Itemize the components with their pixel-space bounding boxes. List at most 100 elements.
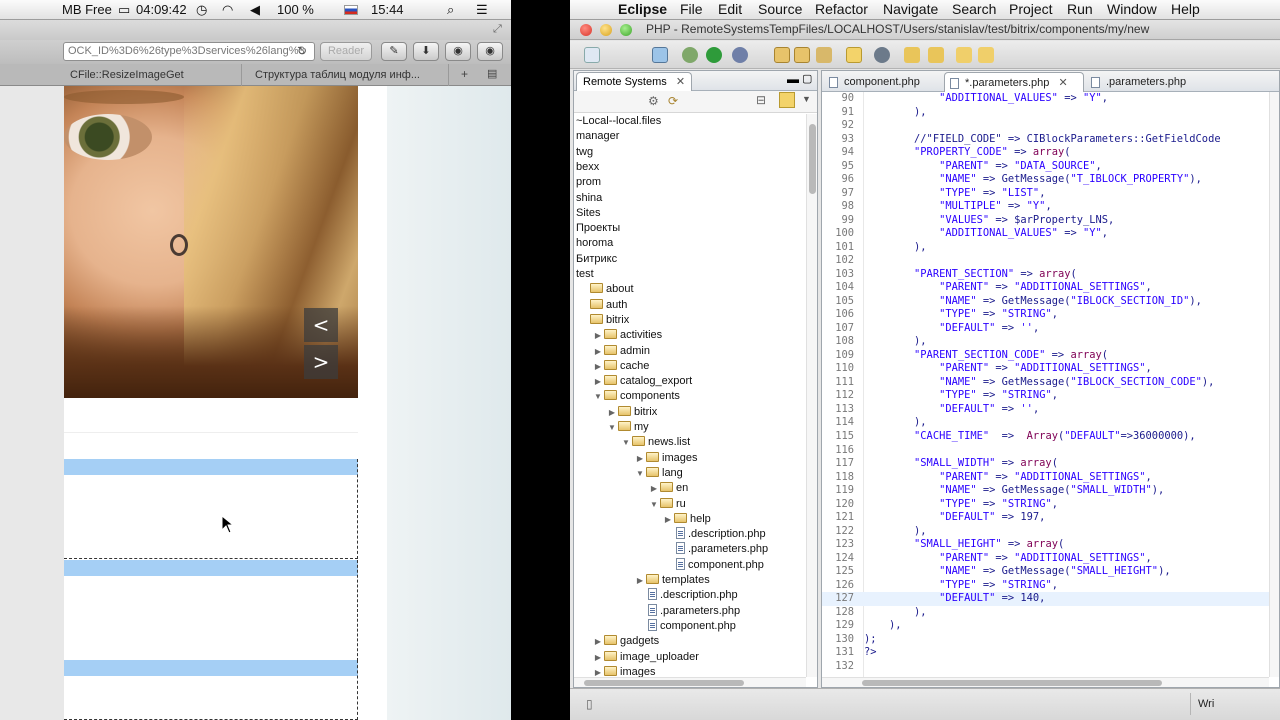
tree-node[interactable]: component.php: [648, 618, 736, 634]
prev-annotation-icon[interactable]: [928, 47, 944, 63]
code-line[interactable]: 121 "DEFAULT" => 197,: [822, 511, 1269, 525]
menu-edit[interactable]: Edit: [718, 1, 742, 17]
tab-remote-systems[interactable]: Remote Systems ✕: [576, 72, 693, 91]
tree-node[interactable]: Проекты: [576, 221, 620, 236]
menu-project[interactable]: Project: [1009, 1, 1053, 17]
collapsed-arrow-icon[interactable]: ▶: [662, 512, 674, 527]
menubar-timer[interactable]: 04:09:42: [136, 2, 187, 17]
debug-icon[interactable]: [682, 47, 698, 63]
code-line[interactable]: 111 "NAME" => GetMessage("IBLOCK_SECTION…: [822, 376, 1269, 390]
code-line[interactable]: 110 "PARENT" => "ADDITIONAL_SETTINGS",: [822, 362, 1269, 376]
close-window-button[interactable]: [580, 24, 592, 36]
address-field[interactable]: OCK_ID%3D6%26type%3Dservices%26lang%3: [63, 42, 315, 61]
collapsed-arrow-icon[interactable]: ▶: [592, 359, 604, 374]
new-file-icon[interactable]: [584, 47, 600, 63]
code-line[interactable]: 96 "NAME" => GetMessage("T_IBLOCK_PROPER…: [822, 173, 1269, 187]
code-line[interactable]: 126 "TYPE" => "STRING",: [822, 579, 1269, 593]
expanded-arrow-icon[interactable]: ▼: [606, 420, 618, 435]
editor-horizontal-scrollbar[interactable]: [822, 677, 1269, 687]
collapsed-arrow-icon[interactable]: ▶: [592, 634, 604, 649]
tree-node[interactable]: horoma: [576, 236, 613, 251]
extension-icon[interactable]: ◉: [445, 42, 471, 61]
menu-navigate[interactable]: Navigate: [883, 1, 938, 17]
tree-node[interactable]: ▶ en: [648, 481, 688, 496]
code-line[interactable]: 95 "PARENT" => "DATA_SOURCE",: [822, 160, 1269, 174]
tree-node[interactable]: auth: [578, 298, 627, 313]
menu-refactor[interactable]: Refactor: [815, 1, 868, 17]
code-line[interactable]: 117 "SMALL_WIDTH" => array(: [822, 457, 1269, 471]
code-line[interactable]: 107 "DEFAULT" => '',: [822, 322, 1269, 336]
code-line[interactable]: 118 "PARENT" => "ADDITIONAL_SETTINGS",: [822, 471, 1269, 485]
editor-tab-parameters-2[interactable]: .parameters.php: [1086, 72, 1216, 92]
collapsed-arrow-icon[interactable]: ▶: [634, 573, 646, 588]
tree-node[interactable]: ▼ my: [606, 420, 649, 435]
new-tab-icon[interactable]: +: [461, 67, 468, 81]
code-line[interactable]: 100 "ADDITIONAL_VALUES" => "Y",: [822, 227, 1269, 241]
menubar-clock[interactable]: 15:44: [371, 2, 404, 17]
menubar-app-fragment[interactable]: MB Free: [62, 2, 112, 17]
menu-help[interactable]: Help: [1171, 1, 1200, 17]
notification-list-icon[interactable]: ☰: [476, 2, 488, 18]
refresh-icon[interactable]: ⟳: [668, 94, 678, 108]
code-line[interactable]: 129 ),: [822, 619, 1269, 633]
editor-vertical-scrollbar[interactable]: [1269, 92, 1279, 677]
code-line[interactable]: 114 ),: [822, 416, 1269, 430]
view-menu-icon[interactable]: ▼: [802, 94, 811, 104]
tree-node[interactable]: ▶ activities: [592, 328, 662, 343]
slider-prev-button[interactable]: <: [304, 308, 338, 342]
collapse-all-icon[interactable]: ⊟: [756, 93, 766, 107]
menu-window[interactable]: Window: [1107, 1, 1157, 17]
minimize-view-icon[interactable]: ▬: [787, 72, 799, 86]
tree-node[interactable]: .parameters.php: [676, 542, 768, 557]
code-line[interactable]: 92: [822, 119, 1269, 133]
tree-node[interactable]: ▶ gadgets: [592, 634, 659, 649]
code-line[interactable]: 120 "TYPE" => "STRING",: [822, 498, 1269, 512]
menu-file[interactable]: File: [680, 1, 703, 17]
collapsed-arrow-icon[interactable]: ▶: [592, 328, 604, 343]
code-line[interactable]: 128 ),: [822, 606, 1269, 620]
code-line[interactable]: 127 "DEFAULT" => 140,: [822, 592, 1269, 606]
forward-icon[interactable]: [978, 47, 994, 63]
tree-node[interactable]: ▶ image_uploader: [592, 650, 699, 665]
code-line[interactable]: 98 "MULTIPLE" => "Y",: [822, 200, 1269, 214]
code-line[interactable]: 104 "PARENT" => "ADDITIONAL_SETTINGS",: [822, 281, 1269, 295]
code-line[interactable]: 115 "CACHE_TIME" => Array("DEFAULT"=>360…: [822, 430, 1269, 444]
tree-node[interactable]: ▶ admin: [592, 344, 650, 359]
globe-icon[interactable]: [874, 47, 890, 63]
expanded-arrow-icon[interactable]: ▼: [620, 435, 632, 450]
code-text-area[interactable]: 90 "ADDITIONAL_VALUES" => "Y", 91 ), 92 93 …: [822, 92, 1269, 677]
volume-icon[interactable]: ◀: [250, 2, 260, 18]
battery-icon[interactable]: ▭: [118, 2, 130, 18]
tree-node[interactable]: prom: [576, 175, 601, 190]
code-line[interactable]: 131 ?>: [822, 646, 1269, 660]
tree-node[interactable]: ▼ ru: [648, 497, 686, 512]
code-line[interactable]: 124 "PARENT" => "ADDITIONAL_SETTINGS",: [822, 552, 1269, 566]
tree-node[interactable]: bexx: [576, 160, 599, 175]
tab-resize-image[interactable]: CFile::ResizeImageGet: [64, 64, 242, 86]
close-tab-icon[interactable]: ✕: [676, 76, 685, 88]
reload-icon[interactable]: ↻: [297, 44, 307, 58]
tree-node[interactable]: ▼ news.list: [620, 435, 690, 450]
reader-button[interactable]: Reader: [320, 42, 372, 61]
code-line[interactable]: 101 ),: [822, 241, 1269, 255]
tree-node[interactable]: ▶ images: [592, 665, 655, 677]
editor-tab-parameters-active[interactable]: *.parameters.php ✕: [944, 72, 1084, 92]
close-tab-icon[interactable]: ✕: [1058, 77, 1067, 89]
downloads-icon[interactable]: ⬇: [413, 42, 439, 61]
tab-overview-icon[interactable]: ▤: [487, 67, 497, 80]
editor-tab-component[interactable]: component.php: [824, 72, 942, 92]
tree-node[interactable]: test: [576, 267, 594, 282]
code-line[interactable]: 119 "NAME" => GetMessage("SMALL_WIDTH"),: [822, 484, 1269, 498]
menu-app-name[interactable]: Eclipse: [618, 1, 667, 17]
code-line[interactable]: 94 "PROPERTY_CODE" => array(: [822, 146, 1269, 160]
tree-node[interactable]: about: [578, 282, 634, 297]
code-line[interactable]: 116: [822, 444, 1269, 458]
tree-node[interactable]: component.php: [676, 557, 764, 573]
code-line[interactable]: 106 "TYPE" => "STRING",: [822, 308, 1269, 322]
input-flag-icon[interactable]: [344, 5, 358, 15]
tree-node[interactable]: Битрикс: [576, 252, 617, 267]
search-tool-icon[interactable]: [816, 47, 832, 63]
maximize-view-icon[interactable]: ▢: [802, 72, 812, 85]
code-line[interactable]: 99 "VALUES" => $arProperty_LNS,: [822, 214, 1269, 228]
tree-node[interactable]: .description.php: [676, 527, 766, 542]
